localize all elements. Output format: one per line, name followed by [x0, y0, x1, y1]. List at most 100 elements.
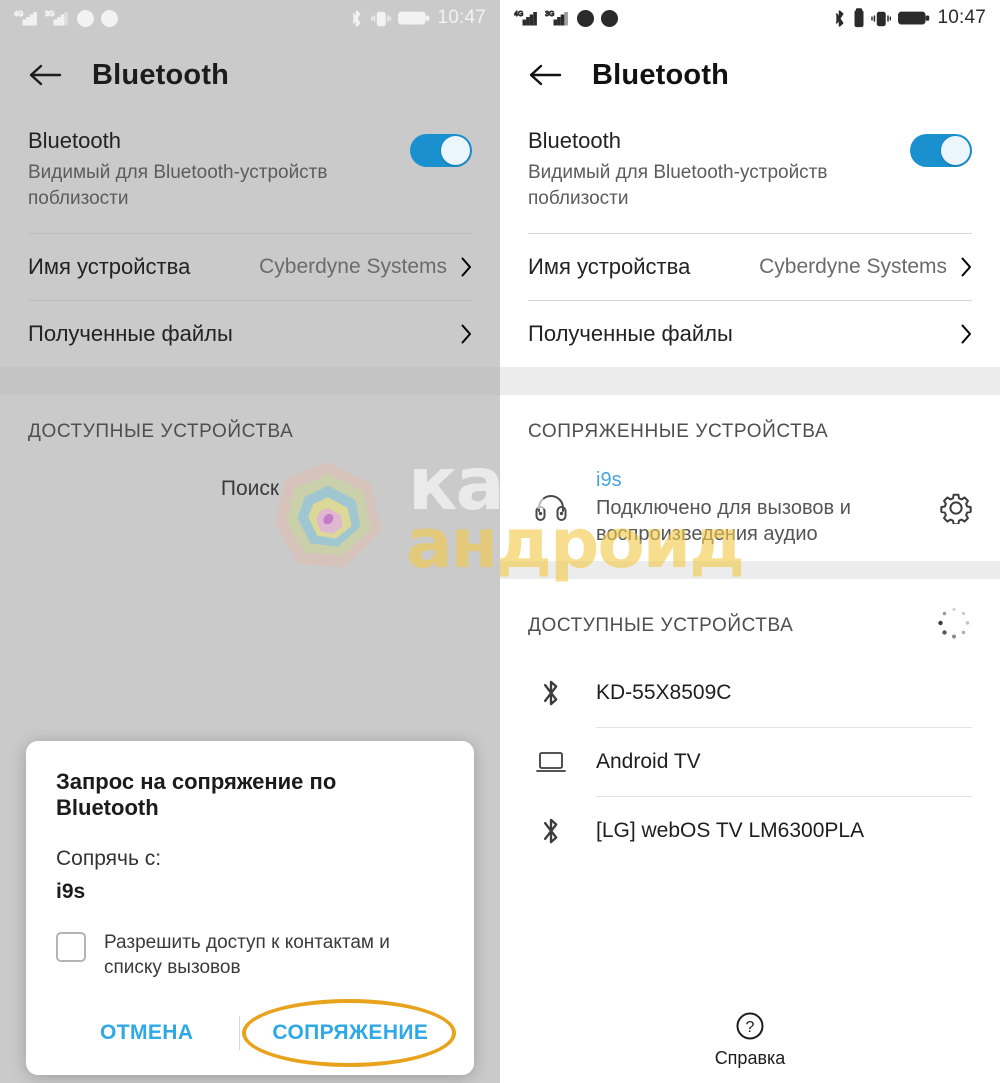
device-name-value: Cyberdyne Systems	[759, 255, 947, 279]
bluetooth-icon	[528, 814, 574, 848]
status-bar-left: 4G 3G 10:47	[0, 0, 500, 36]
svg-text:4G: 4G	[514, 11, 523, 18]
paired-device-row[interactable]: i9s Подключено для вызовов и воспроизвед…	[500, 455, 1000, 561]
bluetooth-toggle-texts: Bluetooth Видимый для Bluetooth-устройст…	[528, 128, 910, 211]
help-button-right[interactable]: ? Справка	[500, 1011, 1000, 1069]
vibrate-icon	[871, 11, 892, 26]
section-gap	[500, 367, 1000, 396]
chevron-right-icon	[961, 257, 971, 277]
available-device-name: [LG] webOS TV LM6300PLA	[596, 819, 865, 843]
battery-small-icon	[854, 8, 864, 28]
back-arrow-icon[interactable]	[28, 62, 62, 88]
signal-3g-icon: 3G	[45, 11, 68, 26]
bluetooth-switch[interactable]	[410, 134, 472, 167]
paired-devices-title: СОПРЯЖЕННЫЕ УСТРОЙСТВА	[528, 421, 829, 443]
bluetooth-icon	[353, 9, 361, 27]
received-files-label: Полученные файлы	[528, 321, 733, 347]
app-icon	[600, 9, 619, 27]
right-top-section: Bluetooth Видимый для Bluetooth-устройст…	[500, 114, 1000, 367]
switch-knob	[441, 136, 470, 165]
received-files-label: Полученные файлы	[28, 321, 233, 347]
received-files-row[interactable]: Полученные файлы	[528, 301, 972, 367]
bluetooth-label: Bluetooth	[28, 128, 121, 153]
available-devices-title: ДОСТУПНЫЕ УСТРОЙСТВА	[28, 421, 294, 443]
scanning-spinner-icon	[936, 605, 972, 647]
paired-device-status: Подключено для вызовов и воспроизведения…	[596, 497, 851, 546]
dialog-title: Запрос на сопряжение по Bluetooth	[56, 768, 337, 820]
available-device-row[interactable]: [LG] webOS TV LM6300PLA	[500, 797, 1000, 865]
headphones-icon	[528, 489, 574, 527]
device-name-row[interactable]: Имя устройства Cyberdyne Systems	[528, 234, 972, 300]
status-bar-left-icons: 4G 3G	[14, 9, 119, 28]
bluetooth-toggle-row[interactable]: Bluetooth Видимый для Bluetooth-устройст…	[28, 114, 472, 233]
help-label: Справка	[714, 1048, 786, 1068]
svg-text:4G: 4G	[14, 11, 23, 18]
page-title: Bluetooth	[592, 58, 730, 91]
viber-icon	[576, 9, 595, 27]
action-separator	[239, 1016, 241, 1050]
chevron-right-icon	[461, 257, 471, 277]
bluetooth-description: Видимый для Bluetooth-устройств поблизос…	[528, 162, 828, 209]
dual-screenshot: 4G 3G 10:47 Bluetooth Bluetooth Видимый …	[0, 0, 1000, 1083]
page-title: Bluetooth	[92, 58, 230, 91]
chevron-right-icon	[461, 324, 471, 344]
available-devices-title: ДОСТУПНЫЕ УСТРОЙСТВА	[528, 615, 794, 637]
status-bar-right-icons: 10:47	[349, 7, 486, 29]
contacts-permission-row[interactable]: Разрешить доступ к контактам и списку вы…	[56, 930, 444, 981]
available-device-name: Android TV	[596, 750, 701, 774]
signal-4g-icon: 4G	[514, 11, 537, 26]
gear-icon[interactable]	[940, 492, 972, 525]
dialog-actions: ОТМЕНА СОПРЯЖЕНИЕ	[56, 999, 457, 1067]
device-name-label: Имя устройства	[528, 254, 691, 280]
pairing-dialog: Запрос на сопряжение по Bluetooth Сопряч…	[26, 740, 474, 1075]
clock: 10:47	[937, 7, 986, 28]
bluetooth-switch[interactable]	[910, 134, 972, 167]
signal-3g-icon: 3G	[545, 11, 568, 26]
bluetooth-toggle-texts: Bluetooth Видимый для Bluetooth-устройст…	[28, 128, 410, 211]
available-device-row[interactable]: Android TV	[500, 728, 1000, 796]
switch-knob	[941, 136, 970, 165]
svg-text:3G: 3G	[545, 11, 554, 18]
left-top-section: Bluetooth Видимый для Bluetooth-устройст…	[0, 114, 500, 367]
viber-icon	[76, 9, 95, 27]
status-bar-left-icons: 4G 3G	[514, 9, 619, 28]
device-name-row[interactable]: Имя устройства Cyberdyne Systems	[28, 234, 472, 300]
back-arrow-icon[interactable]	[528, 62, 562, 88]
available-device-row[interactable]: KD-55X8509C	[500, 659, 1000, 727]
bluetooth-icon	[836, 9, 844, 27]
right-phone-screen: 4G 3G 10:47 Bluetooth Bluetooth Видимый …	[500, 0, 1000, 1083]
laptop-icon	[528, 748, 574, 776]
available-device-name: KD-55X8509C	[596, 681, 732, 705]
bluetooth-icon	[528, 676, 574, 710]
left-phone-screen: 4G 3G 10:47 Bluetooth Bluetooth Видимый …	[0, 0, 500, 1083]
vibrate-icon	[371, 11, 392, 26]
pair-button[interactable]: СОПРЯЖЕНИЕ	[268, 1015, 432, 1051]
cancel-button[interactable]: ОТМЕНА	[96, 1015, 197, 1051]
svg-text:3G: 3G	[45, 11, 54, 18]
chevron-right-icon	[961, 324, 971, 344]
app-icon	[100, 9, 119, 27]
signal-4g-icon: 4G	[14, 11, 37, 26]
status-bar-right-icons: 10:47	[832, 7, 986, 29]
clock: 10:47	[437, 7, 486, 28]
pair-button-highlight-wrap: СОПРЯЖЕНИЕ	[242, 999, 457, 1067]
contacts-permission-label: Разрешить доступ к контактам и списку вы…	[104, 931, 390, 979]
dialog-lead-text: Сопрячь с:	[56, 846, 162, 870]
bluetooth-toggle-row[interactable]: Bluetooth Видимый для Bluetooth-устройст…	[528, 114, 972, 233]
paired-device-texts: i9s Подключено для вызовов и воспроизвед…	[574, 469, 940, 547]
contacts-permission-checkbox[interactable]	[56, 931, 86, 962]
app-bar-left: Bluetooth	[0, 36, 500, 114]
bluetooth-description: Видимый для Bluetooth-устройств поблизос…	[28, 162, 328, 209]
battery-icon	[898, 11, 930, 25]
svg-text:?: ?	[746, 1019, 755, 1036]
app-bar-right: Bluetooth	[500, 36, 1000, 114]
paired-devices-header: СОПРЯЖЕННЫЕ УСТРОЙСТВА	[500, 395, 1000, 455]
paired-device-name: i9s	[596, 469, 622, 492]
bluetooth-label: Bluetooth	[528, 128, 621, 153]
available-devices-header-right: ДОСТУПНЫЕ УСТРОЙСТВА	[500, 579, 1000, 659]
received-files-row[interactable]: Полученные файлы	[28, 301, 472, 367]
help-circle-icon: ?	[736, 1012, 764, 1040]
device-name-value: Cyberdyne Systems	[259, 255, 447, 279]
available-devices-header-left: ДОСТУПНЫЕ УСТРОЙСТВА	[0, 395, 500, 455]
dialog-device-name: i9s	[56, 879, 86, 903]
